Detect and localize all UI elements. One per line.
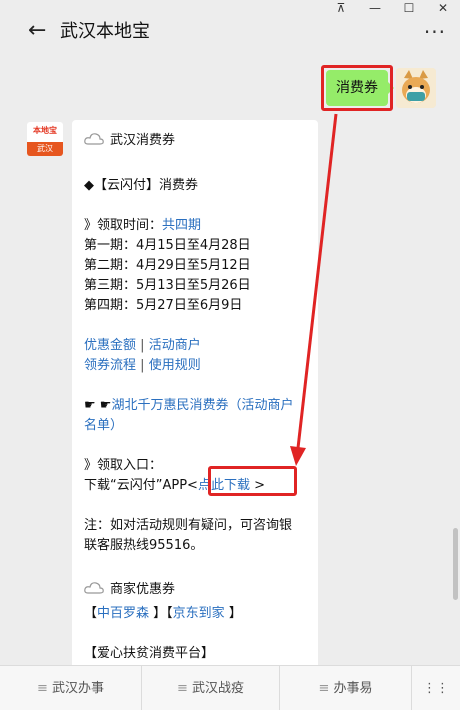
chat-title: 武汉本地宝 bbox=[60, 21, 150, 42]
minimize-icon[interactable]: — bbox=[358, 0, 392, 18]
bottom-menu: ≡ 武汉办事 ≡ 武汉战疫 ≡ 办事易 ⋮⋮ bbox=[0, 665, 460, 710]
scrollbar[interactable] bbox=[453, 528, 458, 600]
menu-icon: ≡ bbox=[37, 681, 48, 696]
phase-line: 第二期：4月29日至5月12日 bbox=[84, 258, 251, 273]
coupon-links: 【中百罗森 】【京东到家 】 bbox=[84, 606, 242, 621]
note-line: 联客服热线95516。 bbox=[84, 538, 204, 553]
merchant-list-link[interactable]: 湖北千万惠民消费券（活动商户 bbox=[111, 398, 293, 413]
keyboard-icon: ⋮⋮ bbox=[423, 681, 449, 696]
merchants-link[interactable]: 活动商户 bbox=[149, 338, 201, 353]
menu-item-wuhan-epidemic[interactable]: ≡ 武汉战疫 bbox=[142, 666, 280, 710]
menu-item-easy-services[interactable]: ≡ 办事易 bbox=[280, 666, 412, 710]
menu-icon: ≡ bbox=[318, 681, 330, 696]
card-heading: 武汉消费券 bbox=[84, 131, 175, 151]
pin-icon[interactable]: ⊼ bbox=[324, 0, 358, 18]
title-bar: ⊼ — ☐ ✕ ← 武汉本地宝 ··· bbox=[0, 0, 460, 58]
jd-daojia-link[interactable]: 京东到家 bbox=[173, 606, 225, 621]
back-arrow-icon[interactable]: ← bbox=[28, 20, 46, 42]
maximize-icon[interactable]: ☐ bbox=[392, 0, 426, 18]
cloud-icon bbox=[84, 582, 104, 594]
period-line: 》领取时间：共四期 bbox=[84, 218, 202, 233]
rules-link[interactable]: 使用规则 bbox=[149, 358, 201, 373]
window-controls: ⊼ — ☐ ✕ bbox=[324, 0, 460, 18]
entry-label: 》领取入口： bbox=[84, 458, 163, 473]
section-title: ◆【云闪付】消费券 bbox=[84, 178, 198, 193]
received-message-card: 武汉消费券 ◆【云闪付】消费券 》领取时间：共四期 第一期：4月15日至4月28… bbox=[72, 120, 318, 680]
cat-avatar-icon bbox=[396, 68, 436, 108]
cloud-icon bbox=[84, 133, 104, 145]
period-link[interactable]: 共四期 bbox=[162, 218, 201, 233]
keyboard-toggle[interactable]: ⋮⋮ bbox=[412, 666, 460, 710]
user-avatar[interactable] bbox=[396, 68, 436, 108]
menu-item-wuhan-services[interactable]: ≡ 武汉办事 bbox=[0, 666, 142, 710]
process-link[interactable]: 领券流程 bbox=[84, 358, 136, 373]
account-avatar[interactable]: 本地宝 武汉 bbox=[27, 122, 63, 156]
merchant-list-link-cont[interactable]: 名单） bbox=[84, 416, 123, 436]
annotation-highlight-box bbox=[208, 466, 297, 496]
merchant-coupon-heading: 商家优惠券 bbox=[84, 580, 175, 600]
merchant-list-line: ☛ ☛湖北千万惠民消费券（活动商户 bbox=[84, 398, 294, 413]
links-row: 优惠金额 | 活动商户 bbox=[84, 338, 201, 353]
more-options-icon[interactable]: ··· bbox=[424, 22, 446, 42]
poverty-platform-title: 【爱心扶贫消费平台】 bbox=[84, 646, 215, 661]
links-row: 领券流程 | 使用规则 bbox=[84, 358, 201, 373]
menu-icon: ≡ bbox=[177, 681, 188, 696]
phase-line: 第四期：5月27日至6月9日 bbox=[84, 298, 243, 313]
annotation-highlight-box bbox=[321, 65, 393, 111]
phase-line: 第一期：4月15日至4月28日 bbox=[84, 238, 251, 253]
close-icon[interactable]: ✕ bbox=[426, 0, 460, 18]
note-line: 注：如对活动规则有疑问，可咨询银 bbox=[84, 518, 293, 533]
phase-line: 第三期：5月13日至5月26日 bbox=[84, 278, 251, 293]
avatar-brand-text: 本地宝 bbox=[33, 126, 57, 135]
discount-amount-link[interactable]: 优惠金额 bbox=[84, 338, 136, 353]
zhongbai-lawson-link[interactable]: 中百罗森 bbox=[97, 606, 149, 621]
avatar-city-text: 武汉 bbox=[27, 142, 63, 156]
